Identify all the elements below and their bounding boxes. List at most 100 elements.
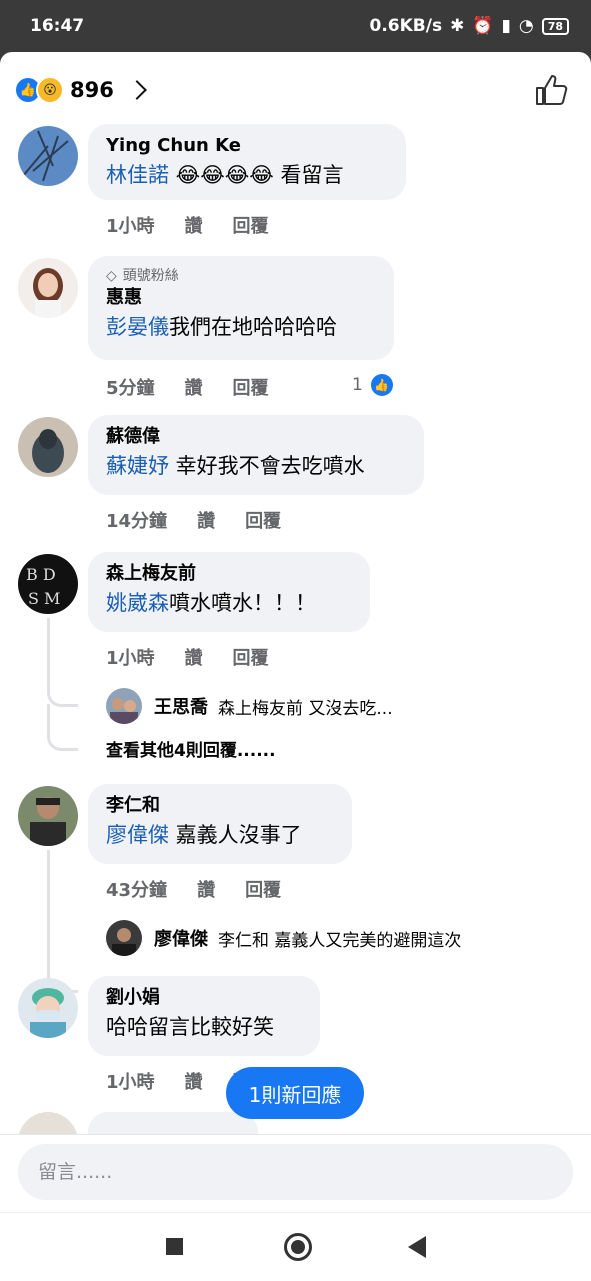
comment-author[interactable]: Ying Chun Ke <box>106 134 388 158</box>
comment-composer <box>0 1134 591 1212</box>
badge-label: 頭號粉絲 <box>122 268 179 284</box>
reply-preview[interactable]: 王思喬 森上梅友前 又沒去吃... <box>106 688 393 724</box>
reply-author[interactable]: 王思喬 <box>154 693 208 719</box>
comment-bubble[interactable]: 李仁和 廖偉傑 嘉義人沒事了 <box>88 784 352 864</box>
comment-bubble[interactable]: 劉小娟 哈哈留言比較好笑 <box>88 976 320 1056</box>
reaction-count: 896 <box>70 78 114 102</box>
mention-link[interactable]: 蘇婕妤 <box>106 454 169 478</box>
back-icon[interactable] <box>408 1236 426 1258</box>
reactions-summary[interactable]: 👍 😮 896 <box>16 76 147 104</box>
comment-time: 43分鐘 <box>106 880 168 901</box>
comment-bubble[interactable]: Ying Chun Ke 林佳諾 😂😂😂😂 看留言 <box>88 124 406 200</box>
mention-link[interactable]: 姚崴森 <box>106 591 169 615</box>
bluetooth-icon: ✱ <box>450 16 465 36</box>
mention-link[interactable]: 廖偉傑 <box>106 823 169 847</box>
like-count-value: 1 <box>352 375 363 395</box>
view-more-replies[interactable]: 查看其他4則回覆...... <box>106 736 276 761</box>
thread-line <box>47 704 78 751</box>
comments-sheet: 👍 😮 896 Ying Chun Ke 林佳諾 😂😂😂😂 看留言 1小時 讚 … <box>0 52 591 1212</box>
recents-icon[interactable] <box>166 1238 183 1255</box>
avatar[interactable]: B D S M <box>18 554 78 614</box>
reply-action[interactable]: 回覆 <box>233 212 269 238</box>
reply-action[interactable]: 回覆 <box>245 876 281 902</box>
like-action[interactable]: 讚 <box>185 374 203 400</box>
comment-bubble[interactable]: 森上梅友前 姚崴森噴水噴水！！！ <box>88 552 370 632</box>
reply-author[interactable]: 廖偉傑 <box>154 925 208 951</box>
comment-text: 姚崴森噴水噴水！！！ <box>106 588 352 618</box>
mention-link[interactable]: 彭晏儀 <box>106 315 169 339</box>
reply-text: 李仁和 嘉義人又完美的避開這次 <box>218 930 462 951</box>
avatar[interactable] <box>18 126 78 186</box>
svg-text:B D: B D <box>26 565 56 584</box>
reply-action[interactable]: 回覆 <box>233 644 269 670</box>
comment-bubble[interactable]: 蘇德偉 蘇婕妤 幸好我不會去吃噴水 <box>88 415 424 495</box>
comment-actions: 43分鐘 讚 回覆 <box>106 876 281 902</box>
comment-text: 林佳諾 😂😂😂😂 看留言 <box>106 160 388 190</box>
like-action[interactable]: 讚 <box>197 876 215 902</box>
comment-text: 廖偉傑 嘉義人沒事了 <box>106 820 334 850</box>
comment-body: 嘉義人沒事了 <box>169 823 302 847</box>
comment-time: 1小時 <box>106 648 155 669</box>
comment-text: 彭晏儀我們在地哈哈哈哈 <box>106 312 376 342</box>
comment-author[interactable]: 森上梅友前 <box>106 562 352 586</box>
reply-avatar <box>106 920 142 956</box>
comment-author[interactable]: 李仁和 <box>106 794 334 818</box>
comment-body: 哈哈留言比較好笑 <box>106 1015 274 1039</box>
reply-preview[interactable]: 廖偉傑 李仁和 嘉義人又完美的避開這次 <box>106 920 461 956</box>
avatar[interactable] <box>18 786 78 846</box>
thread-line <box>47 850 78 993</box>
comment-body: 噴水噴水！！！ <box>169 591 316 615</box>
comment-bubble[interactable]: ◇ 頭號粉絲 惠惠 彭晏儀我們在地哈哈哈哈 <box>88 256 394 360</box>
status-bar: 16:47 0.6KB/s ✱ ⏰ ▮ ◔ 78 <box>0 0 591 52</box>
signal-icon: ▮ <box>501 16 511 36</box>
comment-time: 1小時 <box>106 1072 155 1093</box>
alarm-icon: ⏰ <box>472 16 494 36</box>
network-speed: 0.6KB/s <box>369 16 443 36</box>
reply-text: 森上梅友前 又沒去吃... <box>218 698 393 719</box>
diamond-icon: ◇ <box>106 268 117 284</box>
comment-author[interactable]: 劉小娟 <box>106 986 302 1010</box>
reply-action[interactable]: 回覆 <box>233 374 269 400</box>
avatar[interactable] <box>18 417 78 477</box>
svg-text:S M: S M <box>28 589 60 608</box>
comment-input[interactable] <box>18 1144 573 1200</box>
status-icons: 0.6KB/s ✱ ⏰ ▮ ◔ 78 <box>369 16 569 36</box>
comment-body: 😂😂😂😂 看留言 <box>169 163 344 187</box>
status-time: 16:47 <box>30 16 85 36</box>
new-replies-button[interactable]: 1則新回應 <box>226 1067 364 1119</box>
reactions-header: 👍 😮 896 <box>0 52 591 124</box>
like-icon: 👍 <box>370 374 393 396</box>
comment-text: 哈哈留言比較好笑 <box>106 1012 302 1042</box>
comment-time: 14分鐘 <box>106 511 168 532</box>
comment-body: 我們在地哈哈哈哈 <box>169 315 337 339</box>
top-fan-badge: ◇ 頭號粉絲 <box>106 266 376 286</box>
battery-icon: 78 <box>541 17 569 35</box>
like-action[interactable]: 讚 <box>185 644 203 670</box>
comment-time: 1小時 <box>106 216 155 237</box>
thread-line <box>47 618 78 707</box>
comment-time: 5分鐘 <box>106 378 155 399</box>
comment-like-count[interactable]: 1 👍 <box>352 374 393 396</box>
reply-action[interactable]: 回覆 <box>245 507 281 533</box>
reply-avatar <box>106 688 142 724</box>
wifi-icon: ◔ <box>518 16 534 36</box>
comment-author[interactable]: 惠惠 <box>106 286 376 310</box>
comment-text: 蘇婕妤 幸好我不會去吃噴水 <box>106 451 406 481</box>
like-post-icon[interactable] <box>533 72 569 108</box>
comment-actions: 5分鐘 讚 回覆 <box>106 374 269 400</box>
chevron-right-icon <box>126 80 147 100</box>
mention-link[interactable]: 林佳諾 <box>106 163 169 187</box>
comment-author[interactable]: 蘇德偉 <box>106 425 406 449</box>
avatar[interactable] <box>18 978 78 1038</box>
like-action[interactable]: 讚 <box>185 212 203 238</box>
comment-actions: 1小時 讚 回覆 <box>106 644 269 670</box>
comment-body: 幸好我不會去吃噴水 <box>169 454 365 478</box>
wow-reaction-icon: 😮 <box>36 76 64 104</box>
home-icon[interactable] <box>284 1233 312 1261</box>
like-action[interactable]: 讚 <box>185 1068 203 1094</box>
like-action[interactable]: 讚 <box>197 507 215 533</box>
comment-actions: 14分鐘 讚 回覆 <box>106 507 281 533</box>
system-nav-bar <box>0 1212 591 1281</box>
avatar[interactable] <box>18 258 78 318</box>
comment-actions: 1小時 讚 回覆 <box>106 212 269 238</box>
